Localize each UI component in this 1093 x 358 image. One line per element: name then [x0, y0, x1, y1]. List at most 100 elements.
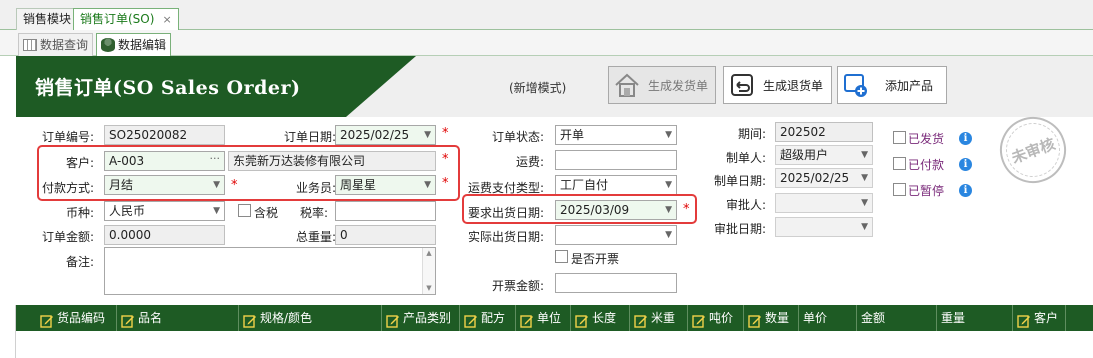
- tab-label: 销售模块: [23, 12, 72, 26]
- info-icon[interactable]: i: [959, 158, 972, 171]
- generate-return-button[interactable]: 生成退货单: [723, 66, 832, 104]
- close-icon[interactable]: ×: [162, 13, 171, 26]
- remark-label: 备注:: [65, 255, 94, 269]
- paused-checkbox[interactable]: [893, 183, 906, 196]
- order-status-label: 订单状态:: [491, 130, 544, 144]
- column-label: 单位: [537, 311, 562, 325]
- edit-icon: [464, 311, 478, 328]
- column-header[interactable]: 重量: [937, 305, 1013, 331]
- scroll-down-icon[interactable]: ▼: [423, 283, 435, 293]
- chevron-down-icon[interactable]: ▼: [665, 176, 672, 194]
- edit-icon: [386, 311, 400, 328]
- field-value: 2025/02/25: [780, 171, 850, 185]
- generate-shipment-button[interactable]: 生成发货单: [608, 66, 716, 104]
- column-header[interactable]: 数量: [744, 305, 799, 331]
- tab-sales-order[interactable]: 销售订单(SO) ×: [73, 8, 179, 31]
- freight-payment-type-select[interactable]: 工厂自付 ▼: [555, 175, 677, 195]
- paid-label: 已付款: [908, 158, 945, 172]
- button-label: 生成发货单: [648, 78, 709, 93]
- order-status-select[interactable]: 开单 ▼: [555, 125, 677, 145]
- button-label: 添加产品: [885, 78, 934, 93]
- grid-icon: [23, 39, 37, 51]
- column-label: 品名: [138, 311, 163, 325]
- invoice-amount-field[interactable]: [555, 273, 677, 293]
- detail-table-body[interactable]: [16, 331, 1093, 358]
- paid-checkbox[interactable]: [893, 157, 906, 170]
- chevron-down-icon[interactable]: ▼: [665, 226, 672, 244]
- column-header[interactable]: 长度: [571, 305, 630, 331]
- remark-textarea[interactable]: [104, 247, 436, 295]
- column-header[interactable]: 货品编码: [16, 305, 117, 331]
- order-no-label: 订单编号:: [41, 130, 94, 144]
- column-header[interactable]: 产品类别: [382, 305, 460, 331]
- column-label: 配方: [481, 311, 506, 325]
- column-header[interactable]: 金额: [857, 305, 937, 331]
- chevron-down-icon: ▼: [861, 173, 868, 183]
- page-header: 销售订单(SO Sales Order) (新增模式) 生成发货单 生成退货单 …: [16, 56, 1093, 117]
- order-date-field[interactable]: 2025/02/25 ▼: [335, 125, 436, 145]
- order-amount-field: 0.0000: [104, 225, 225, 245]
- freight-label: 运费:: [515, 155, 544, 169]
- create-date-field: 2025/02/25 ▼: [775, 168, 873, 188]
- tax-included-checkbox[interactable]: [238, 204, 251, 217]
- create-date-label: 制单日期:: [713, 174, 766, 188]
- column-label: 单价: [803, 311, 828, 325]
- edit-icon: [575, 311, 589, 328]
- highlight-box-ship-date: [462, 194, 697, 224]
- column-header[interactable]: 品名: [117, 305, 239, 331]
- total-weight-label: 总重量:: [295, 230, 336, 244]
- column-header[interactable]: 客户: [1013, 305, 1066, 331]
- edit-icon: [634, 311, 648, 328]
- tab-data-query[interactable]: 数据查询: [18, 33, 94, 56]
- shipped-label: 已发货: [908, 132, 945, 146]
- remark-scrollbar[interactable]: ▲ ▼: [422, 248, 435, 294]
- approve-date-field: ▼: [775, 217, 873, 237]
- database-icon: [101, 38, 115, 52]
- house-icon: [612, 70, 642, 100]
- shipped-checkbox[interactable]: [893, 131, 906, 144]
- column-header[interactable]: 吨价: [688, 305, 744, 331]
- actual-ship-date-label: 实际出货日期:: [467, 230, 544, 244]
- add-product-button[interactable]: 添加产品: [837, 66, 947, 104]
- column-header[interactable]: 单价: [799, 305, 857, 331]
- order-no-field[interactable]: SO25020082: [104, 125, 225, 145]
- edit-icon: [121, 311, 135, 328]
- currency-label: 币种:: [65, 206, 94, 220]
- tab-data-edit[interactable]: 数据编辑: [96, 33, 172, 56]
- info-icon[interactable]: i: [959, 132, 972, 145]
- column-header[interactable]: 配方: [460, 305, 516, 331]
- column-label: 规格/颜色: [260, 311, 313, 325]
- invoice-checkbox[interactable]: [555, 250, 568, 263]
- chevron-down-icon: ▼: [861, 222, 868, 232]
- chevron-down-icon[interactable]: ▼: [424, 126, 431, 144]
- column-header[interactable]: 单位: [516, 305, 571, 331]
- chevron-down-icon[interactable]: ▼: [213, 202, 220, 220]
- edit-icon: [692, 311, 706, 328]
- tax-included-label: 含税: [254, 206, 279, 220]
- tab-sales-module[interactable]: 销售模块: [16, 8, 79, 30]
- add-product-icon: [841, 70, 871, 100]
- column-header[interactable]: 规格/颜色: [239, 305, 382, 331]
- info-icon[interactable]: i: [959, 184, 972, 197]
- module-tab-bar: 销售模块 销售订单(SO) ×: [0, 0, 1093, 31]
- chevron-down-icon: ▼: [861, 198, 868, 208]
- tax-rate-field[interactable]: [335, 201, 436, 221]
- creator-select: 超级用户 ▼: [775, 145, 873, 165]
- currency-select[interactable]: 人民币 ▼: [104, 201, 225, 221]
- field-value: 2025/02/25: [340, 128, 410, 142]
- chevron-down-icon[interactable]: ▼: [665, 126, 672, 144]
- column-label: 产品类别: [403, 311, 452, 325]
- return-icon: [727, 70, 757, 100]
- field-value: 人民币: [109, 204, 146, 218]
- column-label: 吨价: [709, 311, 734, 325]
- column-label: 数量: [765, 311, 790, 325]
- actual-ship-date-field[interactable]: ▼: [555, 225, 677, 245]
- scroll-up-icon[interactable]: ▲: [423, 248, 435, 258]
- column-label: 客户: [1034, 311, 1059, 325]
- freight-field[interactable]: [555, 150, 677, 170]
- column-header[interactable]: 米重: [630, 305, 688, 331]
- approver-label: 审批人:: [725, 198, 766, 212]
- chevron-down-icon: ▼: [861, 150, 868, 160]
- stamp-text: 未审核: [1008, 134, 1058, 167]
- row-indicator-column: [0, 305, 16, 358]
